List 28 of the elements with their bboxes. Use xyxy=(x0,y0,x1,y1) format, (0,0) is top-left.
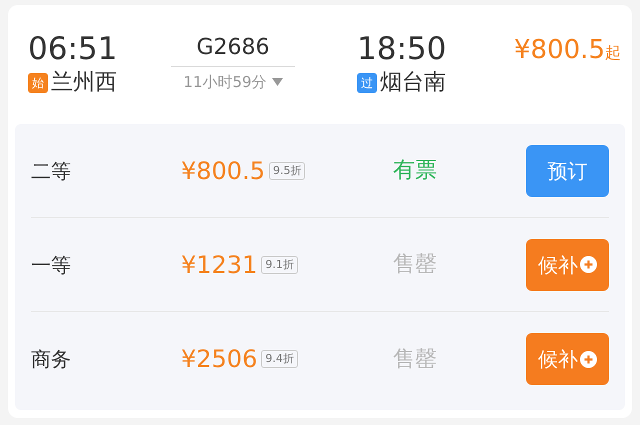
station-badge: 过 xyxy=(357,73,377,93)
station-badge: 始 xyxy=(28,73,48,93)
ticket-status: 售罄 xyxy=(393,251,438,279)
arrival-time: 18:50 xyxy=(357,31,448,67)
train-number: G2686 xyxy=(196,34,270,62)
station-name: 兰州西 xyxy=(51,69,117,97)
discount-tag: 9.5折 xyxy=(268,162,306,180)
lowest-price: ¥800.5 xyxy=(514,34,605,67)
waitlist-button[interactable]: 候补 xyxy=(526,333,609,385)
ticket-status: 售罄 xyxy=(393,346,438,374)
seat-class: 一等 xyxy=(31,252,72,278)
book-button[interactable]: 预订 xyxy=(526,144,609,196)
dropdown-caret-icon[interactable] xyxy=(272,78,283,86)
waitlist-button[interactable]: 候补 xyxy=(526,238,609,290)
seat-price: ¥800.5 xyxy=(181,156,265,186)
plus-icon xyxy=(580,350,597,368)
duration-text: 11小时59分 xyxy=(183,72,267,93)
departure-time: 06:51 xyxy=(28,31,118,67)
plus-icon xyxy=(580,256,597,273)
station-name: 烟台南 xyxy=(380,69,446,97)
price-suffix: 起 xyxy=(605,42,621,64)
seat-price: ¥2506 xyxy=(181,344,258,375)
ticket-status: 有票 xyxy=(393,157,438,185)
discount-tag: 9.4折 xyxy=(261,350,298,368)
seat-price: ¥1231 xyxy=(181,250,258,280)
seat-class: 商务 xyxy=(31,346,72,373)
seat-class: 二等 xyxy=(31,158,72,184)
discount-tag: 9.1折 xyxy=(261,256,298,274)
